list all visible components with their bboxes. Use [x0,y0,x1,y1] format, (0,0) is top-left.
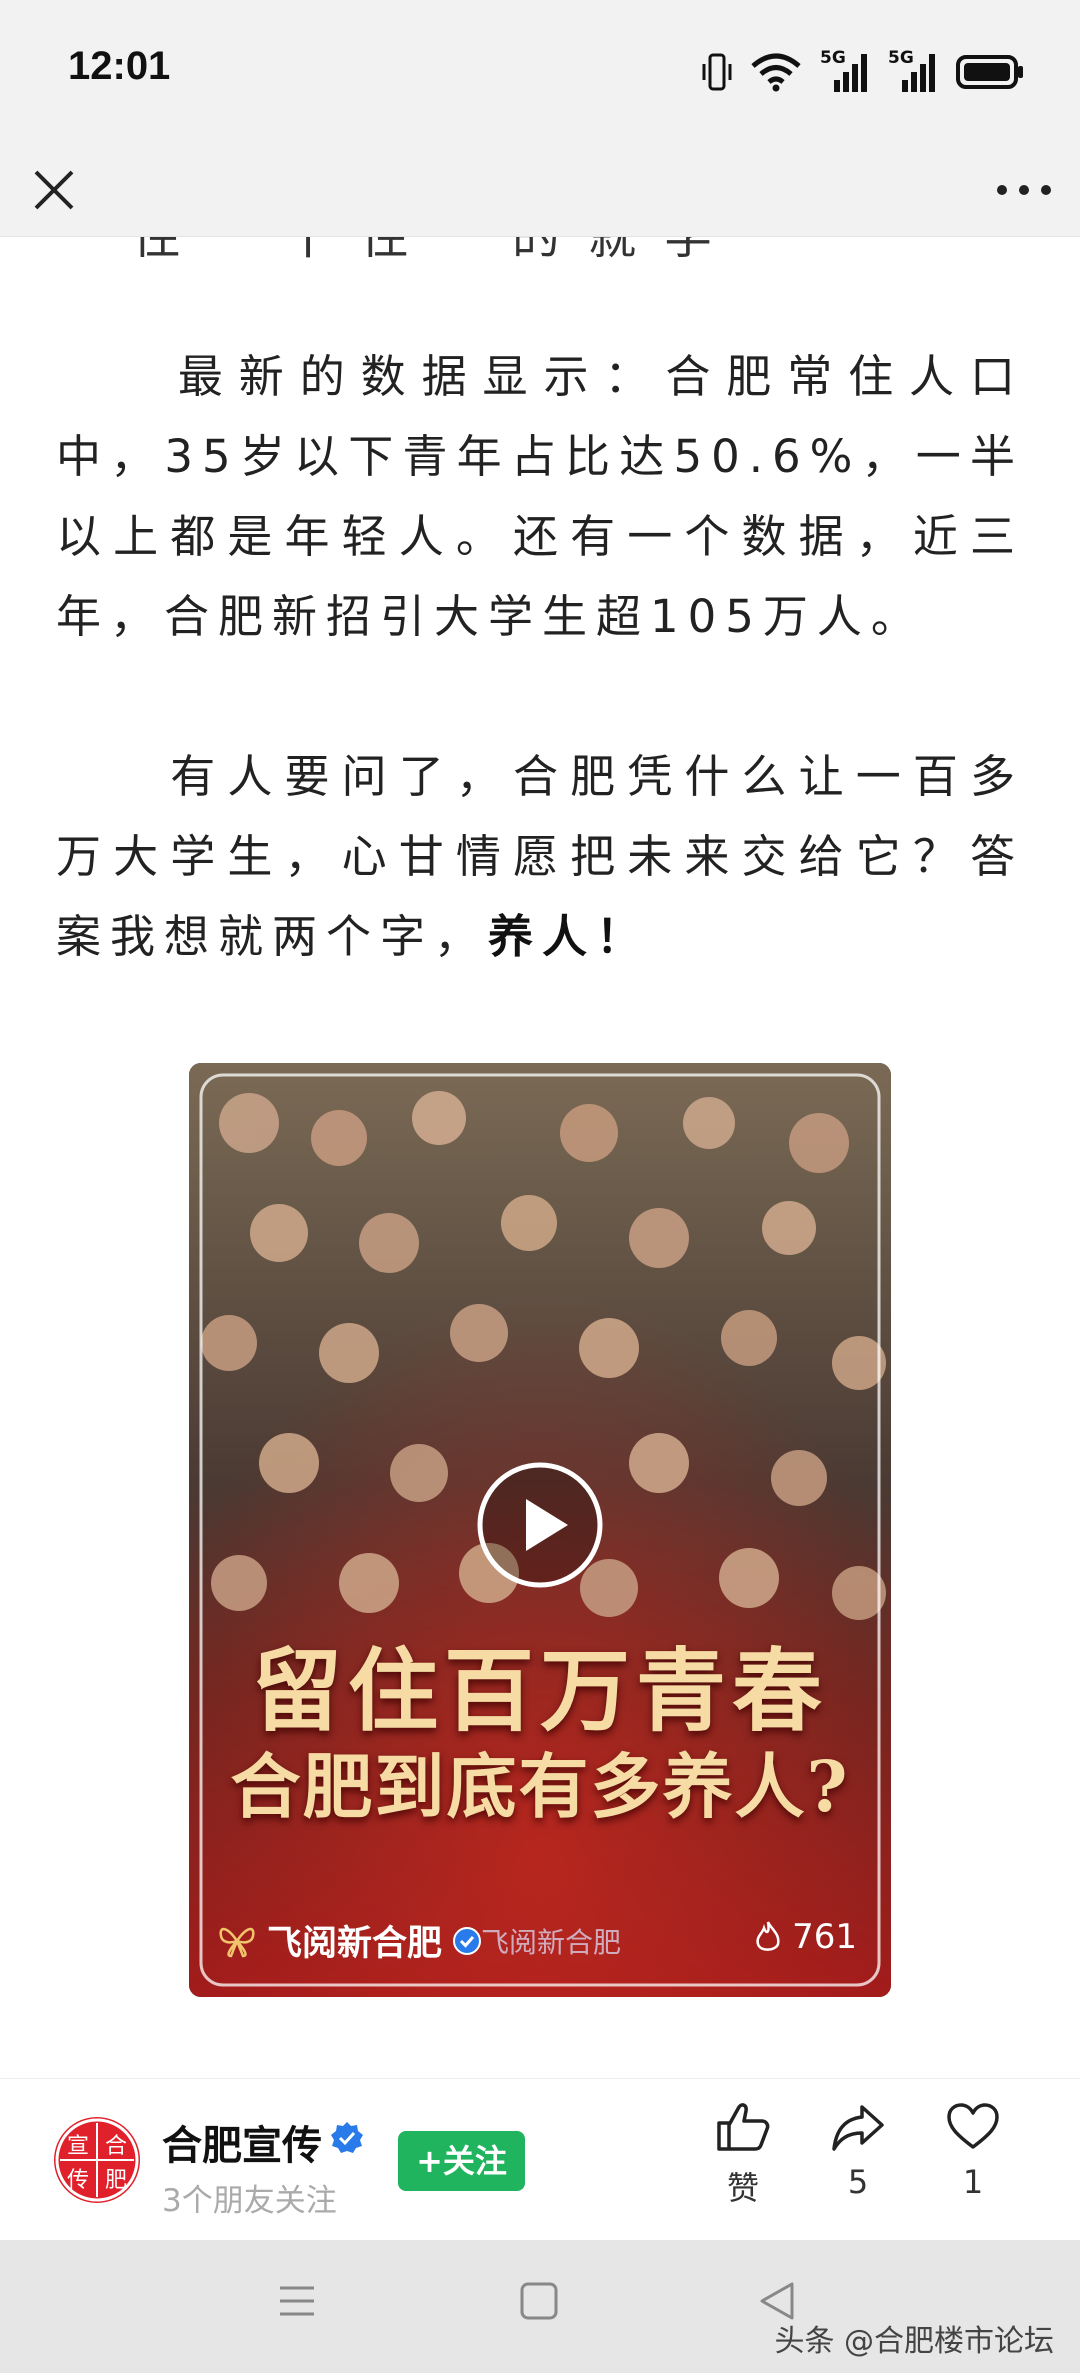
status-icons: 5G 5G [702,48,1024,96]
author-name[interactable]: 合肥宣传 [162,2113,322,2171]
clock: 12:01 [68,44,171,88]
close-icon[interactable] [26,162,82,218]
author-follower-note: 3个朋友关注 [162,2183,337,2219]
svg-text:传: 传 [67,2168,89,2193]
svg-text:肥: 肥 [105,2168,127,2193]
video-view-count: 761 [792,1917,857,1957]
menu-icon[interactable] [276,2280,318,2322]
avatar[interactable]: 宣 合 传 肥 [54,2117,140,2203]
author-bar: 宣 合 传 肥 合肥宣传 3个朋友关注 +关注 赞 5 1 [0,2078,1080,2241]
paragraph: 有人要问了，合肥凭什么让一百多万大学生，心甘情愿把未来交给它？答案我想就两个字，… [56,737,1024,977]
video-source: 飞阅新合肥 [217,1915,482,1966]
butterfly-logo-icon [219,1927,255,1957]
signal-5g-icon: 5G [820,48,870,94]
vibrate-icon [702,53,732,91]
system-navigation-bar: 头条 @合肥楼市论坛 [0,2240,1080,2373]
home-icon[interactable] [518,2280,560,2322]
share-count: 5 [847,2163,869,2201]
svg-text:宣: 宣 [67,2134,89,2159]
favorite-button[interactable]: 1 [923,2101,1023,2201]
favorite-count: 1 [962,2163,984,2201]
like-label: 赞 [726,2169,759,2207]
more-icon[interactable] [992,162,1056,218]
video-card[interactable]: 留住百万青春 合肥到底有多养人? 飞阅新合肥 飞阅新合肥 761 [189,1063,891,1997]
verified-icon [453,1926,482,1955]
video-source-name: 飞阅新合肥 [267,1924,443,1964]
video-title-line-1: 留住百万青春 [252,1638,828,1744]
platform-watermark: 头条 @合肥楼市论坛 [774,2324,1054,2359]
verified-icon [331,2122,363,2153]
thumbs-up-icon [717,2103,770,2151]
article-body: 一住一十住一的就学 最新的数据显示：合肥常住人口中，35岁以下青年占比达50.6… [0,237,1080,2077]
video-title-line-2: 合肥到底有多养人? [230,1745,850,1828]
status-bar: 12:01 5G 5G [0,0,1080,140]
video-views: 761 [754,1917,857,1957]
paragraph: 最新的数据显示：合肥常住人口中，35岁以下青年占比达50.6%，一半以上都是年轻… [56,350,1024,643]
play-icon[interactable] [476,1461,604,1589]
battery-icon [956,55,1023,89]
signal-5g-icon: 5G [888,48,938,94]
clipped-text-line: 一住一十住一的就学 [56,237,741,265]
video-watermark: 飞阅新合肥 [481,1926,622,1959]
bold-emphasis: 养人！ [488,910,651,963]
avatar-logo: 宣 合 传 肥 [55,2118,139,2202]
heart-icon [947,2103,999,2149]
flame-icon [756,1921,780,1951]
share-icon [832,2105,884,2151]
svg-text:合: 合 [105,2134,127,2159]
like-button[interactable]: 赞 [693,2101,793,2209]
top-nav-bar [0,140,1080,237]
wifi-icon [751,53,801,92]
follow-button[interactable]: +关注 [398,2131,525,2191]
share-button[interactable]: 5 [808,2101,908,2201]
